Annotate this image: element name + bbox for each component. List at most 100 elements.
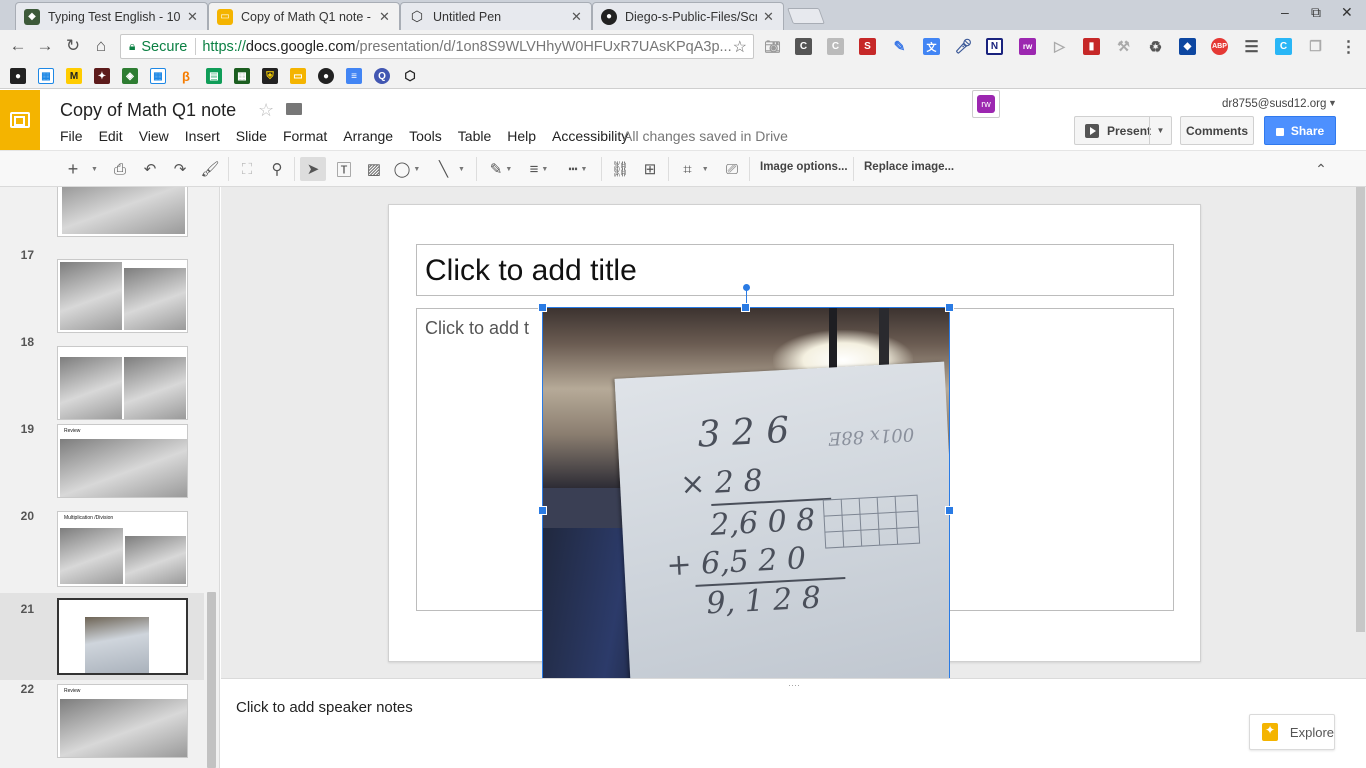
tab-untitled-pen[interactable]: ⬡ Untitled Pen ✕ — [400, 2, 592, 30]
chevron-down-icon[interactable]: ▼ — [1328, 98, 1337, 108]
notes-resize-grip[interactable]: ···· — [788, 680, 800, 690]
zoom-icon[interactable]: ⚲ — [267, 159, 287, 179]
menu-file[interactable]: File — [60, 128, 83, 144]
star-icon[interactable]: ☆ — [258, 100, 274, 121]
resize-handle-top[interactable] — [741, 303, 750, 312]
link-icon[interactable]: ⛓ — [610, 159, 630, 179]
present-button[interactable]: Present ▼ — [1074, 116, 1172, 145]
controller-bookmark-icon[interactable]: ● — [10, 68, 26, 84]
close-tab-icon[interactable]: ✕ — [763, 9, 775, 25]
menu-help[interactable]: Help — [507, 128, 536, 144]
slide-thumbnail-row[interactable]: 22 Review — [0, 680, 204, 768]
menu-slide[interactable]: Slide — [236, 128, 267, 144]
slide-thumbnail[interactable]: Review — [57, 684, 188, 758]
explore-button[interactable]: Explore — [1249, 714, 1335, 750]
speaker-notes-panel[interactable] — [221, 678, 1366, 768]
c-extension-icon[interactable]: C — [795, 38, 812, 55]
menu-tools[interactable]: Tools — [409, 128, 442, 144]
rotate-handle[interactable] — [743, 284, 750, 291]
codepen-bookmark-icon[interactable]: ⬡ — [402, 68, 418, 84]
sheets-bookmark-icon[interactable]: ▤ — [206, 68, 222, 84]
slides-bookmark-icon[interactable]: ▭ — [290, 68, 306, 84]
reload-icon[interactable]: ↻ — [63, 36, 83, 56]
menu-view[interactable]: View — [139, 128, 169, 144]
close-tab-icon[interactable]: ✕ — [571, 9, 583, 25]
line-icon[interactable]: ╲ ▼ — [434, 159, 470, 179]
slide-thumbnail-selected[interactable] — [57, 598, 188, 675]
book-extension-icon[interactable]: ▮ — [1083, 38, 1100, 55]
rw-extension-icon[interactable]: rw — [1019, 38, 1036, 55]
table-bookmark-icon[interactable]: ▦ — [38, 68, 54, 84]
new-tab-button[interactable] — [787, 8, 825, 24]
border-weight-icon[interactable]: ≡ ▼ — [524, 159, 554, 179]
slide-thumbnail[interactable] — [57, 187, 188, 237]
address-bar[interactable]: 🔒︎ Secure https:// docs.google.com /pres… — [120, 34, 754, 59]
slide-thumbnail-row-selected[interactable]: 21 — [0, 593, 204, 680]
slide-thumbnail-row[interactable]: 18 — [0, 327, 204, 420]
play-extension-icon[interactable]: ▷ — [1051, 38, 1068, 55]
new-slide-plus-icon[interactable]: + — [63, 159, 83, 179]
forward-arrow-icon[interactable]: → — [35, 36, 55, 56]
image-icon[interactable]: ▨ — [364, 159, 384, 179]
resize-handle-left[interactable] — [538, 506, 547, 515]
slide-thumbnail[interactable]: Multiplication /Division — [57, 511, 188, 587]
menu-accessibility[interactable]: Accessibility — [552, 128, 628, 144]
close-tab-icon[interactable]: ✕ — [187, 9, 199, 25]
game-bookmark-icon[interactable]: ✦ — [94, 68, 110, 84]
back-arrow-icon[interactable]: ← — [8, 36, 28, 56]
menu-format[interactable]: Format — [283, 128, 327, 144]
border-color-icon[interactable]: ✎ ▼ — [486, 159, 516, 179]
text-box-icon[interactable]: 🅃︎ — [334, 159, 354, 179]
adblock-plus-icon[interactable]: ABP — [1211, 38, 1228, 55]
replace-image-button[interactable]: Replace image... — [864, 161, 954, 173]
slide-thumbnail-row[interactable]: 17 — [0, 240, 204, 333]
c-blue-extension-icon[interactable]: C — [1275, 38, 1292, 55]
account-email[interactable]: dr8755@susd12.org — [1222, 98, 1326, 110]
shield-bookmark-icon[interactable]: ⛨ — [262, 68, 278, 84]
redo-icon[interactable]: ↷ — [170, 159, 190, 179]
slide-thumbnail[interactable]: Review — [57, 424, 188, 498]
print-icon[interactable]: ⎙ — [110, 159, 130, 179]
close-tab-icon[interactable]: ✕ — [379, 9, 391, 25]
chrome-menu-icon[interactable]: ⋮ — [1340, 38, 1357, 56]
canvas-scrollbar[interactable] — [1356, 187, 1365, 632]
c-grey-extension-icon[interactable]: C — [827, 38, 844, 55]
menu-edit[interactable]: Edit — [99, 128, 123, 144]
resize-handle-top-right[interactable] — [945, 303, 954, 312]
copy-extension-icon[interactable]: ❐ — [1307, 38, 1324, 55]
square-extension-icon[interactable]: ◆ — [1179, 38, 1196, 55]
crop-icon[interactable]: ⌗ ▼ — [676, 159, 716, 179]
docs-bookmark-icon[interactable]: ≡ — [346, 68, 362, 84]
compass-bookmark-icon[interactable]: ◈ — [122, 68, 138, 84]
recycle-extension-icon[interactable]: ♻ — [1147, 38, 1164, 56]
border-dash-icon[interactable]: ┅ ▼ — [563, 159, 593, 179]
comments-button[interactable]: Comments — [1180, 116, 1254, 145]
slides-logo-icon[interactable] — [0, 90, 40, 150]
bookmark-star-icon[interactable]: ☆ — [733, 37, 747, 57]
new-slide-dropdown-icon[interactable]: ▼ — [86, 159, 100, 179]
speaker-notes-placeholder[interactable]: Click to add speaker notes — [236, 699, 413, 716]
title-placeholder[interactable]: Click to add title — [416, 244, 1174, 296]
mic-extension-icon[interactable]: 🎤︎ — [955, 38, 973, 55]
shoe-extension-icon[interactable]: ⚒ — [1115, 38, 1132, 55]
tab-github-files[interactable]: ● Diego-s-Public-Files/Scre ✕ — [592, 2, 784, 30]
table-blue-bookmark-icon[interactable]: ▦ — [150, 68, 166, 84]
s-extension-icon[interactable]: S — [859, 38, 876, 55]
share-button[interactable]: Share — [1264, 116, 1336, 145]
paint-format-icon[interactable]: 🖌︎ — [200, 159, 220, 179]
menu-insert[interactable]: Insert — [185, 128, 220, 144]
folder-icon[interactable] — [286, 103, 302, 115]
beta-bookmark-icon[interactable]: β — [178, 68, 194, 84]
add-comment-icon[interactable]: ⊞ — [640, 159, 660, 179]
restore-icon[interactable]: ⧉ — [1311, 4, 1321, 21]
grid-bookmark-icon[interactable]: ▦ — [234, 68, 250, 84]
image-options-button[interactable]: Image options... — [760, 161, 848, 173]
pencil-extension-icon[interactable]: ✎ — [891, 38, 908, 55]
slide-thumbnail-row[interactable]: 20 Multiplication /Division — [0, 501, 204, 593]
menu-arrange[interactable]: Arrange — [343, 128, 393, 144]
filmstrip-scrollbar[interactable] — [207, 592, 216, 768]
tab-typing-test[interactable]: ◆ Typing Test English - 10F ✕ — [15, 2, 208, 30]
selected-image[interactable]: 3 2 6 × 2 8 2,6 0 8 + 6,5 2 0 9, 1 2 8 0… — [542, 307, 950, 678]
document-title[interactable]: Copy of Math Q1 note — [60, 100, 236, 121]
m-bookmark-icon[interactable]: M — [66, 68, 82, 84]
